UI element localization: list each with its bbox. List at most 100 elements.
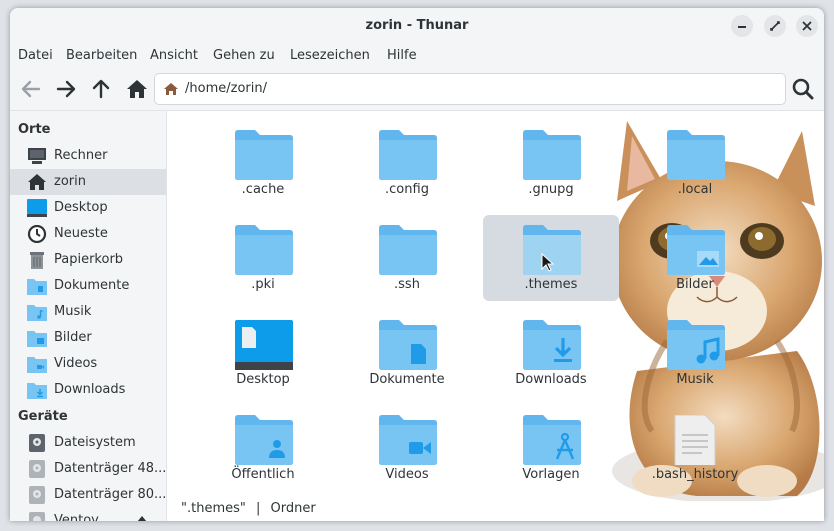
sidebar-item-papierkorb[interactable]: Papierkorb: [10, 247, 166, 273]
file-icon-wrapper: [379, 225, 437, 275]
file-item[interactable]: .ssh: [339, 215, 475, 301]
drive-icon: [29, 512, 45, 521]
sidebar-item-musik[interactable]: Musik: [10, 299, 166, 325]
sidebar-item-ventoy[interactable]: Ventoy: [10, 508, 166, 521]
sidebar: Orte Rechner zorin Desktop Neueste Papie…: [10, 111, 167, 521]
toolbar: /home/zorin/: [10, 68, 824, 111]
file-item[interactable]: .local: [627, 120, 763, 206]
status-text: ".themes" | Ordner: [181, 501, 316, 517]
file-icon-wrapper: [667, 130, 725, 180]
file-label: Desktop: [236, 372, 290, 387]
file-icon-wrapper: [235, 415, 293, 465]
downloads-folder-icon: [27, 383, 47, 399]
file-icon-wrapper: [523, 130, 581, 180]
text-file-icon: [674, 414, 716, 474]
file-label: Vorlagen: [522, 467, 580, 482]
sidebar-item-videos[interactable]: Videos: [10, 351, 166, 377]
places-header: Orte: [18, 122, 51, 137]
file-item[interactable]: Musik: [627, 310, 763, 396]
file-item[interactable]: Videos: [339, 405, 475, 491]
file-item[interactable]: Dokumente: [339, 310, 475, 396]
file-icon-wrapper: [667, 225, 725, 275]
devices-header: Geräte: [18, 409, 68, 424]
close-button[interactable]: [796, 15, 818, 37]
sidebar-item-label: Neueste: [54, 226, 108, 241]
sidebar-item-zorin[interactable]: zorin: [10, 169, 166, 195]
home-button[interactable]: [124, 76, 150, 102]
forward-button[interactable]: [53, 76, 79, 102]
sidebar-item-label: Ventoy: [54, 513, 99, 521]
sidebar-item-label: Datenträger 80...: [54, 487, 167, 502]
sidebar-item-datentraeger-80[interactable]: Datenträger 80...: [10, 482, 166, 508]
file-label: Dokumente: [369, 372, 445, 387]
search-button[interactable]: [790, 76, 816, 102]
sidebar-item-label: Bilder: [54, 330, 92, 345]
maximize-icon: [770, 21, 780, 31]
menu-hilfe[interactable]: Hilfe: [387, 44, 417, 68]
parent-folder-button[interactable]: [88, 76, 114, 102]
file-label: .cache: [241, 182, 285, 197]
file-label: .pki: [251, 277, 275, 292]
file-item[interactable]: .pki: [195, 215, 331, 301]
sidebar-item-dokumente[interactable]: Dokumente: [10, 273, 166, 299]
window-title: zorin - Thunar: [365, 18, 469, 33]
file-item[interactable]: Vorlagen: [483, 405, 619, 491]
file-item[interactable]: .bash_history: [627, 405, 763, 491]
menu-lesezeichen[interactable]: Lesezeichen: [290, 44, 370, 68]
folder-icon: [235, 225, 293, 275]
videos-folder-icon: [27, 357, 47, 373]
mouse-cursor-icon: [541, 253, 555, 272]
home-folder-icon: [164, 83, 178, 95]
sidebar-item-rechner[interactable]: Rechner: [10, 143, 166, 169]
file-label: Videos: [385, 467, 429, 482]
file-label: Öffentlich: [231, 467, 295, 482]
arrow-up-icon: [92, 79, 110, 99]
menubar: Datei Bearbeiten Ansicht Gehen zu Leseze…: [10, 44, 824, 68]
sidebar-item-datentraeger-48[interactable]: Datenträger 48...: [10, 456, 166, 482]
file-view[interactable]: .cache .config .gnupg .local .pki .ssh .themes…: [167, 111, 824, 501]
eject-icon[interactable]: [136, 515, 148, 521]
file-item[interactable]: .gnupg: [483, 120, 619, 206]
location-bar[interactable]: /home/zorin/: [154, 73, 786, 105]
minimize-button[interactable]: [731, 15, 753, 37]
sidebar-item-dateisystem[interactable]: Dateisystem: [10, 430, 166, 456]
maximize-button[interactable]: [764, 15, 786, 37]
file-item[interactable]: .config: [339, 120, 475, 206]
trash-icon: [30, 252, 44, 269]
file-label: .config: [385, 182, 429, 197]
file-label: Downloads: [515, 372, 587, 387]
pictures-folder-icon: [27, 331, 47, 347]
file-icon-wrapper: [379, 415, 437, 465]
arrow-right-icon: [56, 80, 76, 98]
status-kind: Ordner: [270, 501, 316, 516]
folder-icon: [523, 320, 581, 370]
menu-gehen-zu[interactable]: Gehen zu: [213, 44, 275, 68]
file-item[interactable]: .themes: [483, 215, 619, 301]
clock-icon: [27, 225, 47, 243]
sidebar-item-downloads[interactable]: Downloads: [10, 377, 166, 403]
file-label: .themes: [524, 277, 578, 292]
file-item[interactable]: .cache: [195, 120, 331, 206]
file-icon-wrapper: [235, 225, 293, 275]
file-icon-wrapper: [667, 320, 725, 370]
sidebar-item-label: Dateisystem: [54, 435, 136, 450]
back-button[interactable]: [18, 76, 44, 102]
thunar-window: zorin - Thunar Datei Bearbeiten Ansicht …: [10, 8, 824, 521]
file-item[interactable]: Bilder: [627, 215, 763, 301]
menu-datei[interactable]: Datei: [18, 44, 53, 68]
folder-icon: [379, 130, 437, 180]
sidebar-item-desktop[interactable]: Desktop: [10, 195, 166, 221]
sidebar-item-neueste[interactable]: Neueste: [10, 221, 166, 247]
sidebar-item-bilder[interactable]: Bilder: [10, 325, 166, 351]
menu-ansicht[interactable]: Ansicht: [150, 44, 198, 68]
location-path[interactable]: /home/zorin/: [185, 74, 267, 104]
sidebar-item-label: Desktop: [54, 200, 108, 215]
file-item[interactable]: Öffentlich: [195, 405, 331, 491]
folder-icon: [235, 130, 293, 180]
file-icon-wrapper: [523, 320, 581, 370]
file-label: .local: [677, 182, 713, 197]
sidebar-item-label: Videos: [54, 356, 98, 371]
file-item[interactable]: Desktop: [195, 310, 331, 396]
file-item[interactable]: Downloads: [483, 310, 619, 396]
menu-bearbeiten[interactable]: Bearbeiten: [66, 44, 137, 68]
